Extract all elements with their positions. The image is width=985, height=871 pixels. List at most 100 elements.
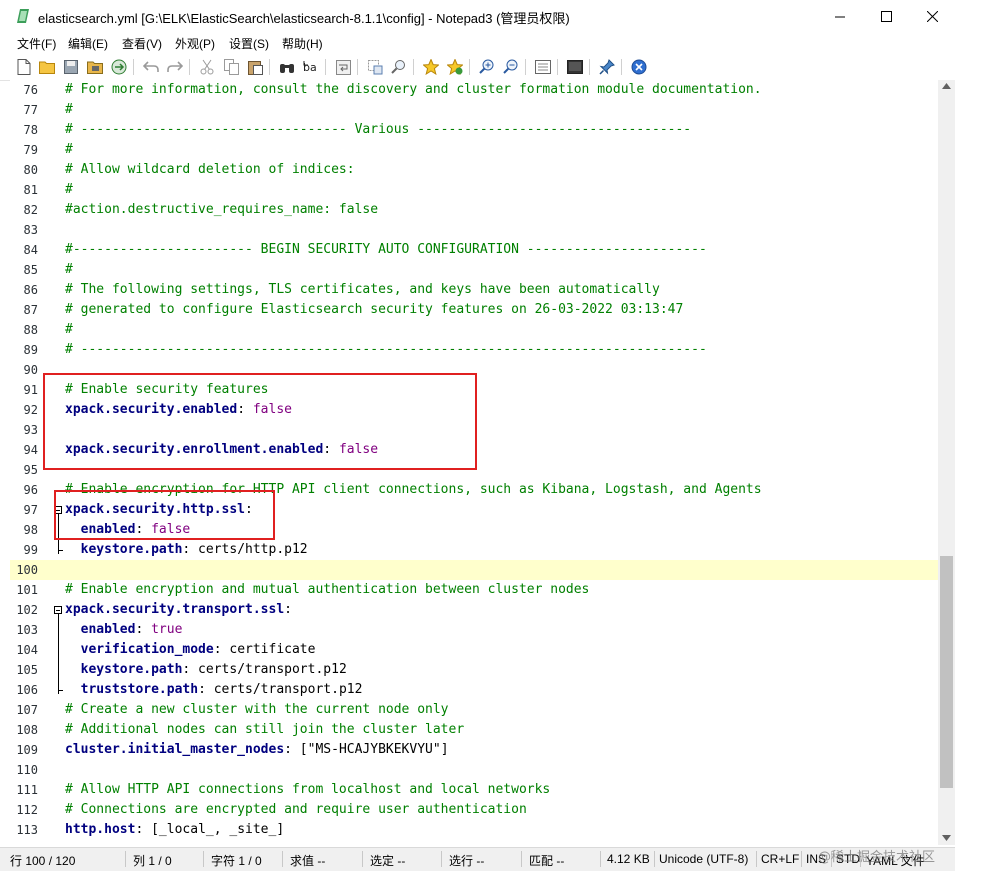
minimize-button[interactable] xyxy=(817,0,863,33)
line-code: # Allow HTTP API connections from localh… xyxy=(65,780,550,800)
code-editor[interactable]: 76 # For more information, consult the di… xyxy=(10,80,938,845)
editor-line[interactable]: 99 keystore.path: certs/http.p12 xyxy=(10,540,938,560)
status-encoding[interactable]: Unicode (UTF-8) xyxy=(659,852,748,866)
editor-line[interactable]: 83 xyxy=(10,220,938,240)
editor-line[interactable]: 109 cluster.initial_master_nodes: ["MS-HC… xyxy=(10,740,938,760)
comment-token: #----------------------- BEGIN SECURITY … xyxy=(65,242,707,257)
editor-line[interactable]: 79 # xyxy=(10,140,938,160)
zoom-in-button[interactable] xyxy=(477,57,497,77)
find-button[interactable] xyxy=(277,57,297,77)
menu-appearance[interactable]: 外观(P) xyxy=(175,35,215,52)
editor-line[interactable]: 84 #----------------------- BEGIN SECURIT… xyxy=(10,240,938,260)
line-code: # --------------------------------------… xyxy=(65,340,707,360)
exit-button[interactable] xyxy=(629,57,649,77)
menu-settings[interactable]: 设置(S) xyxy=(229,35,269,52)
editor-line[interactable]: 101 # Enable encryption and mutual authen… xyxy=(10,580,938,600)
browse-button[interactable] xyxy=(109,57,129,77)
line-number: 84 xyxy=(23,243,38,257)
menu-edit[interactable]: 编辑(E) xyxy=(68,35,108,52)
editor-line[interactable]: 78 # ---------------------------------- V… xyxy=(10,120,938,140)
editor-line[interactable]: 107 # Create a new cluster with the curre… xyxy=(10,700,938,720)
editor-line[interactable]: 112 # Connections are encrypted and requi… xyxy=(10,800,938,820)
editor-line[interactable]: 110 xyxy=(10,760,938,780)
line-number: 95 xyxy=(23,463,38,477)
title-bar[interactable]: elasticsearch.yml [G:\ELK\ElasticSearch\… xyxy=(0,0,955,33)
editor-line[interactable]: 113 http.host: [_local_, _site_] xyxy=(10,820,938,840)
binoculars-icon xyxy=(280,64,294,73)
menu-help[interactable]: 帮助(H) xyxy=(282,35,323,52)
bookmark-button[interactable] xyxy=(421,57,441,77)
find-in-files-button[interactable] xyxy=(389,57,409,77)
line-code: #----------------------- BEGIN SECURITY … xyxy=(65,240,707,260)
settings-button[interactable] xyxy=(533,57,553,77)
toolbar: ba xyxy=(0,54,955,81)
editor-line[interactable]: 86 # The following settings, TLS certific… xyxy=(10,280,938,300)
comment-token: # xyxy=(65,142,73,157)
copy-button[interactable] xyxy=(221,57,241,77)
redo-button[interactable] xyxy=(165,57,185,77)
editor-line[interactable]: 81 # xyxy=(10,180,938,200)
key-token: truststore.path xyxy=(80,682,199,697)
save-button[interactable] xyxy=(61,57,81,77)
browse-icon xyxy=(111,59,127,75)
editor-line[interactable]: 106 truststore.path: certs/transport.p12 xyxy=(10,680,938,700)
save-as-button[interactable] xyxy=(85,57,105,77)
status-eol[interactable]: CR+LF xyxy=(761,852,799,866)
text-token: : certs/transport.p12 xyxy=(182,662,347,677)
scrollbar-thumb[interactable] xyxy=(940,556,953,788)
fold-toggle-icon[interactable] xyxy=(54,606,62,614)
editor-line[interactable]: 103 enabled: true xyxy=(10,620,938,640)
cut-button[interactable] xyxy=(197,57,217,77)
paste-icon xyxy=(247,61,263,75)
editor-line[interactable]: 87 # generated to configure Elasticsearch… xyxy=(10,300,938,320)
bookmark-all-button[interactable] xyxy=(445,57,465,77)
pin-button[interactable] xyxy=(597,57,617,77)
line-number: 98 xyxy=(23,523,38,537)
line-number: 78 xyxy=(23,123,38,137)
line-code: # xyxy=(65,260,73,280)
screen-button[interactable] xyxy=(565,57,585,77)
editor-line[interactable]: 77 # xyxy=(10,100,938,120)
editor-line[interactable]: 102 xpack.security.transport.ssl: xyxy=(10,600,938,620)
menu-file[interactable]: 文件(F) xyxy=(17,35,56,52)
paste-button[interactable] xyxy=(245,57,265,77)
editor-line[interactable]: 108 # Additional nodes can still join the… xyxy=(10,720,938,740)
editor-line[interactable]: 85 # xyxy=(10,260,938,280)
editor-line[interactable]: 100 xyxy=(10,560,938,580)
scroll-down-icon[interactable] xyxy=(942,835,951,841)
vertical-scrollbar[interactable] xyxy=(938,80,955,845)
line-number: 109 xyxy=(16,743,38,757)
save-icon xyxy=(64,60,78,74)
word-wrap-button[interactable] xyxy=(333,57,353,77)
new-file-icon xyxy=(17,59,31,75)
maximize-button[interactable] xyxy=(863,0,909,33)
new-file-button[interactable] xyxy=(14,57,34,77)
editor-line[interactable]: 105 keystore.path: certs/transport.p12 xyxy=(10,660,938,680)
save-as-icon xyxy=(87,61,103,74)
line-number: 102 xyxy=(16,603,38,617)
select-button[interactable] xyxy=(365,57,385,77)
editor-line[interactable]: 104 verification_mode: certificate xyxy=(10,640,938,660)
scroll-up-icon[interactable] xyxy=(942,83,951,89)
zoom-out-button[interactable] xyxy=(501,57,521,77)
editor-line[interactable]: 76 # For more information, consult the di… xyxy=(10,80,938,100)
editor-line[interactable]: 111 # Allow HTTP API connections from loc… xyxy=(10,780,938,800)
replace-button[interactable]: ba xyxy=(301,57,321,77)
line-number: 99 xyxy=(23,543,38,557)
line-code: # The following settings, TLS certificat… xyxy=(65,280,660,300)
editor-line[interactable]: 89 # ------------------------------------… xyxy=(10,340,938,360)
menu-view[interactable]: 查看(V) xyxy=(122,35,162,52)
editor-line[interactable]: 80 # Allow wildcard deletion of indices: xyxy=(10,160,938,180)
undo-button[interactable] xyxy=(141,57,161,77)
status-char: 字符 1 / 0 xyxy=(211,854,262,868)
open-button[interactable] xyxy=(37,57,57,77)
editor-line[interactable]: 82 #action.destructive_requires_name: fal… xyxy=(10,200,938,220)
redo-icon xyxy=(167,61,183,72)
editor-line[interactable]: 88 # xyxy=(10,320,938,340)
line-number: 82 xyxy=(23,203,38,217)
close-window-button[interactable] xyxy=(909,0,955,33)
line-code: http.host: [_local_, _site_] xyxy=(65,820,284,840)
svg-text:ba: ba xyxy=(303,61,317,74)
